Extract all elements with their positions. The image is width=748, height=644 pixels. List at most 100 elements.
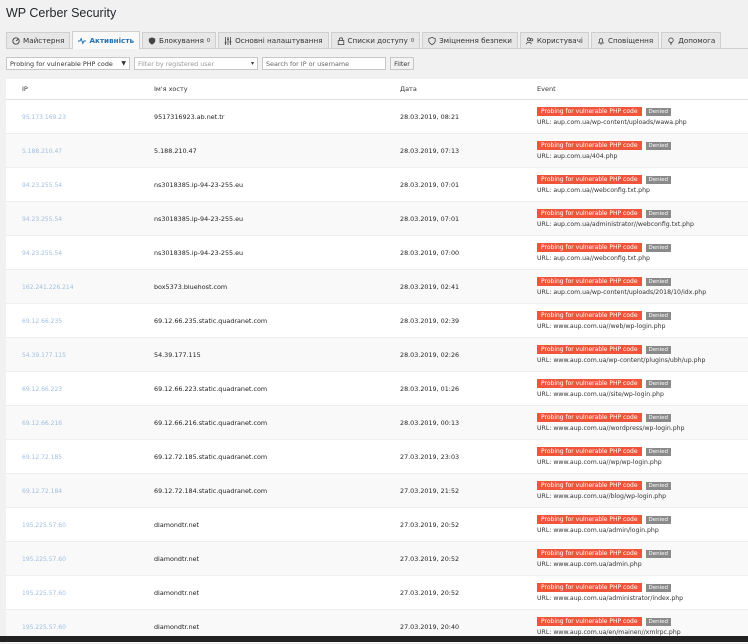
header-host: Ім'я хосту [154, 85, 188, 93]
event-badges: Probing for vulnerable PHP code Denied [537, 175, 748, 184]
page-title: WP Cerber Security [6, 6, 117, 20]
bell-icon [597, 37, 605, 45]
ip-link[interactable]: 69.12.66.216 [22, 420, 62, 427]
ip-link[interactable]: 195.225.57.60 [22, 590, 66, 597]
status-badge: Denied [645, 209, 672, 218]
date-cell: 27.03.2019, 20:52 [400, 554, 460, 563]
event-badge[interactable]: Probing for vulnerable PHP code [537, 379, 642, 388]
tab-counter: 0 [206, 37, 211, 44]
tab-hardening[interactable]: Зміцнення безпеки [422, 32, 518, 48]
event-badge[interactable]: Probing for vulnerable PHP code [537, 413, 642, 422]
activity-table: IP Ім'я хосту Дата Event 95.173.169.23 9… [6, 79, 748, 644]
ip-cell: 69.12.66.216 [6, 419, 154, 427]
host-cell: ns3018385.ip-94-23-255.eu [154, 214, 244, 223]
event-badge[interactable]: Probing for vulnerable PHP code [537, 515, 642, 524]
event-cell: Probing for vulnerable PHP code Denied U… [537, 243, 748, 262]
event-badge[interactable]: Probing for vulnerable PHP code [537, 311, 642, 320]
event-badge[interactable]: Probing for vulnerable PHP code [537, 141, 642, 150]
event-badges: Probing for vulnerable PHP code Denied [537, 243, 748, 252]
ip-link[interactable]: 69.12.66.223 [22, 386, 62, 393]
date-cell: 28.03.2019, 02:26 [400, 350, 460, 359]
ip-link[interactable]: 54.39.177.115 [22, 352, 66, 359]
ip-link[interactable]: 195.225.57.60 [22, 522, 66, 529]
tab-label: Списки доступу [347, 36, 408, 45]
event-badges: Probing for vulnerable PHP code Denied [537, 413, 748, 422]
status-badge: Denied [645, 107, 672, 116]
event-cell: Probing for vulnerable PHP code Denied U… [537, 141, 748, 160]
lock-icon [337, 36, 344, 45]
host-cell: 69.12.66.216.static.quadranet.com [154, 418, 268, 427]
ip-cell: 195.225.57.60 [6, 521, 154, 529]
ip-cell: 195.225.57.60 [6, 589, 154, 597]
event-cell: Probing for vulnerable PHP code Denied U… [537, 447, 748, 466]
event-badge[interactable]: Probing for vulnerable PHP code [537, 447, 642, 456]
ip-link[interactable]: 69.12.72.185 [22, 454, 62, 461]
event-badge[interactable]: Probing for vulnerable PHP code [537, 243, 642, 252]
date-cell: 28.03.2019, 07:13 [400, 146, 460, 155]
event-type-select[interactable]: Probing for vulnerable PHP code ▼ [6, 57, 130, 70]
event-badge[interactable]: Probing for vulnerable PHP code [537, 175, 642, 184]
ip-link[interactable]: 195.225.57.60 [22, 556, 66, 563]
host-cell: 69.12.66.235.static.quadranet.com [154, 316, 268, 325]
tab-access-lists[interactable]: Списки доступу 0 [330, 32, 421, 48]
tab-lockouts[interactable]: Блокування 0 [142, 32, 217, 48]
event-badge[interactable]: Probing for vulnerable PHP code [537, 583, 642, 592]
ip-link[interactable]: 162.241.226.214 [22, 284, 74, 291]
tab-label: Зміцнення безпеки [439, 36, 512, 45]
table-row: 195.225.57.60 diamondtr.net 27.03.2019, … [6, 542, 748, 576]
event-badge[interactable]: Probing for vulnerable PHP code [537, 277, 642, 286]
event-badge[interactable]: Probing for vulnerable PHP code [537, 209, 642, 218]
date-cell: 28.03.2019, 07:01 [400, 180, 460, 189]
event-badge[interactable]: Probing for vulnerable PHP code [537, 107, 642, 116]
tab-notifications[interactable]: Сповіщення [590, 32, 660, 48]
event-url: URL: www.aup.com.ua//wordpress/wp-login.… [537, 425, 685, 432]
status-badge: Denied [645, 243, 672, 252]
event-badges: Probing for vulnerable PHP code Denied [537, 141, 748, 150]
status-badge: Denied [645, 413, 672, 422]
ip-link[interactable]: 94.23.255.54 [22, 250, 62, 257]
ip-cell: 94.23.255.54 [6, 249, 154, 257]
event-badge[interactable]: Probing for vulnerable PHP code [537, 549, 642, 558]
event-badge[interactable]: Probing for vulnerable PHP code [537, 345, 642, 354]
event-badges: Probing for vulnerable PHP code Denied [537, 311, 748, 320]
ip-link[interactable]: 95.173.169.23 [22, 114, 66, 121]
dashboard-icon [12, 36, 20, 45]
tab-help[interactable]: Допомога [661, 32, 722, 48]
ip-link[interactable]: 94.23.255.54 [22, 216, 62, 223]
tab-users[interactable]: Користувачі [519, 32, 589, 48]
header-date: Дата [400, 85, 417, 93]
event-url: URL: www.aup.com.ua/en/mainen//xmlrpc.ph… [537, 629, 681, 636]
ip-link[interactable]: 69.12.66.235 [22, 318, 62, 325]
date-cell: 27.03.2019, 23:03 [400, 452, 460, 461]
ip-link[interactable]: 195.225.57.60 [22, 624, 66, 631]
header-ip: IP [22, 85, 28, 93]
host-cell: 9517316923.ab.net.tr [154, 112, 225, 121]
user-filter-select[interactable]: Filter by registered user ▾ [134, 57, 258, 70]
tab-main-settings[interactable]: Основні налаштування [218, 32, 329, 48]
ip-cell: 69.12.72.184 [6, 487, 154, 495]
ip-link[interactable]: 5.188.210.47 [22, 148, 62, 155]
tab-label: Сповіщення [607, 36, 654, 45]
ip-cell: 162.241.226.214 [6, 283, 154, 291]
filter-button[interactable]: Filter [390, 57, 414, 70]
date-cell: 27.03.2019, 20:52 [400, 588, 460, 597]
tab-activity[interactable]: Активність [72, 31, 141, 49]
event-badge[interactable]: Probing for vulnerable PHP code [537, 481, 642, 490]
event-badge[interactable]: Probing for vulnerable PHP code [537, 617, 642, 626]
ip-link[interactable]: 94.23.255.54 [22, 182, 62, 189]
event-cell: Probing for vulnerable PHP code Denied U… [537, 379, 748, 398]
event-cell: Probing for vulnerable PHP code Denied U… [537, 175, 748, 194]
table-row: 162.241.226.214 box5373.bluehost.com 28.… [6, 270, 748, 304]
event-badges: Probing for vulnerable PHP code Denied [537, 379, 748, 388]
status-badge: Denied [645, 583, 672, 592]
table-row: 69.12.66.235 69.12.66.235.static.quadran… [6, 304, 748, 338]
tab-dashboard[interactable]: Майстерня [6, 32, 71, 48]
search-input[interactable]: Search for IP or username [262, 57, 386, 70]
event-badges: Probing for vulnerable PHP code Denied [537, 107, 748, 116]
event-cell: Probing for vulnerable PHP code Denied U… [537, 311, 748, 330]
table-row: 94.23.255.54 ns3018385.ip-94-23-255.eu 2… [6, 236, 748, 270]
table-row: 94.23.255.54 ns3018385.ip-94-23-255.eu 2… [6, 202, 748, 236]
table-body: 95.173.169.23 9517316923.ab.net.tr 28.03… [6, 100, 748, 644]
event-url: URL: www.aup.com.ua//web/wp-login.php [537, 323, 666, 330]
ip-link[interactable]: 69.12.72.184 [22, 488, 62, 495]
